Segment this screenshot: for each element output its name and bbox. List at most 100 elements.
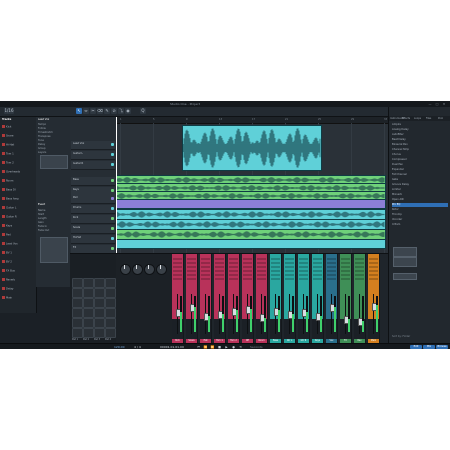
drum-pad[interactable] [94,328,105,338]
insert-slot[interactable] [355,266,364,268]
insert-slot[interactable] [355,262,364,264]
insert-slot[interactable] [243,274,252,276]
bend-icon[interactable]: ⤵ [118,108,124,114]
instrument-knob[interactable] [144,264,155,275]
insert-slot[interactable] [243,278,252,280]
channel-strip[interactable]: Bass [270,254,282,344]
insert-slot[interactable] [299,262,308,264]
channel-strip[interactable]: OH [242,254,254,344]
drum-pad[interactable] [72,278,83,288]
insert-slot[interactable] [299,266,308,268]
insert-slot[interactable] [229,274,238,276]
drum-pad[interactable] [94,318,105,328]
browser-item[interactable]: Analog Delay [392,128,448,132]
insert-slot[interactable] [187,258,196,260]
drum-pad[interactable] [105,288,116,298]
insert-slot[interactable] [341,262,350,264]
record-arm-icon[interactable] [2,269,5,272]
record-arm-icon[interactable] [2,152,5,155]
eraser-icon[interactable]: ⌫ [97,108,103,114]
insert-slot[interactable] [369,258,378,260]
insert-slot[interactable] [369,270,378,272]
insert-slot[interactable] [299,258,308,260]
browser-item[interactable]: Binaural Pan [392,143,448,147]
playhead[interactable] [116,117,117,253]
insert-slot[interactable] [257,258,266,260]
drum-pad[interactable] [105,328,116,338]
insert-slot[interactable] [187,278,196,280]
record-arm-icon[interactable] [2,197,5,200]
insert-slot[interactable] [369,274,378,276]
snap-button[interactable]: 1/16 [4,108,14,114]
drum-pad[interactable] [94,308,105,318]
insert-slot[interactable] [327,262,336,264]
insert-slot[interactable] [187,274,196,276]
insert-slot[interactable] [257,266,266,268]
insert-slot[interactable] [173,262,182,264]
track-list-item[interactable]: Main [2,296,34,300]
drum-pad[interactable] [83,298,94,308]
record-arm-icon[interactable] [2,170,5,173]
insert-slot[interactable] [229,270,238,272]
listen-icon[interactable]: ◉ [125,108,131,114]
view-mix-button[interactable]: Mix [423,345,435,349]
insert-slot[interactable] [285,262,294,264]
channel-strip[interactable]: Hat [200,254,212,344]
track-list-item[interactable]: BV 1 [2,251,34,255]
insert-slot[interactable] [341,274,350,276]
browser-item[interactable]: Gate [392,178,448,182]
stop-icon[interactable]: ■ [217,345,222,349]
insert-slot[interactable] [313,278,322,280]
channel-strip[interactable]: Vox [326,254,338,344]
insert-slot[interactable] [173,278,182,280]
browser-tab[interactable]: Effects [402,116,410,121]
insert-slot[interactable] [201,274,210,276]
record-icon[interactable]: ● [231,345,236,349]
insert-slot[interactable] [201,266,210,268]
insert-slot[interactable] [327,258,336,260]
channel-strip[interactable]: Rev [354,254,366,344]
drum-pad[interactable] [83,288,94,298]
drum-pad[interactable] [72,298,83,308]
browser-tab[interactable]: Loops [414,116,421,121]
split-icon[interactable]: ✂ [90,108,96,114]
drum-pad[interactable] [83,308,94,318]
instrument-knob[interactable] [156,264,167,275]
browser-item[interactable]: Fat Channel [392,173,448,177]
track-header[interactable]: Snare [71,225,115,234]
insert-slot[interactable] [215,274,224,276]
audio-event[interactable] [116,239,386,249]
zoom-button[interactable]: Q [140,108,146,114]
browser-item[interactable]: Chorus [392,153,448,157]
timecode-display[interactable]: 00001.01.01.00 [160,345,184,349]
drum-pad[interactable] [94,278,105,288]
browser-item[interactable]: Tricomp [392,213,448,217]
record-arm-icon[interactable] [2,233,5,236]
insert-slot[interactable] [285,258,294,260]
insert-slot[interactable] [229,278,238,280]
insert-slot[interactable] [215,278,224,280]
record-arm-icon[interactable] [2,278,5,281]
insert-slot[interactable] [257,270,266,272]
record-arm-icon[interactable] [2,260,5,263]
insert-slot[interactable] [229,258,238,260]
browser-item[interactable]: Limiter [392,188,448,192]
browser-item[interactable]: Mixverb [392,193,448,197]
record-arm-icon[interactable] [2,251,5,254]
track-list-item[interactable]: Bass Amp [2,197,34,201]
drum-pad[interactable] [83,278,94,288]
insert-slot[interactable] [201,278,210,280]
browser-item[interactable]: X-Trem [392,223,448,227]
record-arm-icon[interactable] [2,143,5,146]
audio-event[interactable] [182,125,322,171]
record-arm-icon[interactable] [2,296,5,299]
insert-slot[interactable] [243,262,252,264]
insert-slot[interactable] [285,278,294,280]
browser-item[interactable]: Pro EQ [392,203,448,207]
track-list-item[interactable]: Lead Vox [2,242,34,246]
insert-slot[interactable] [215,270,224,272]
browser-item[interactable]: Vocoder [392,218,448,222]
play-icon[interactable]: ▶ [224,345,229,349]
insert-slot[interactable] [271,274,280,276]
drum-pad[interactable] [72,288,83,298]
